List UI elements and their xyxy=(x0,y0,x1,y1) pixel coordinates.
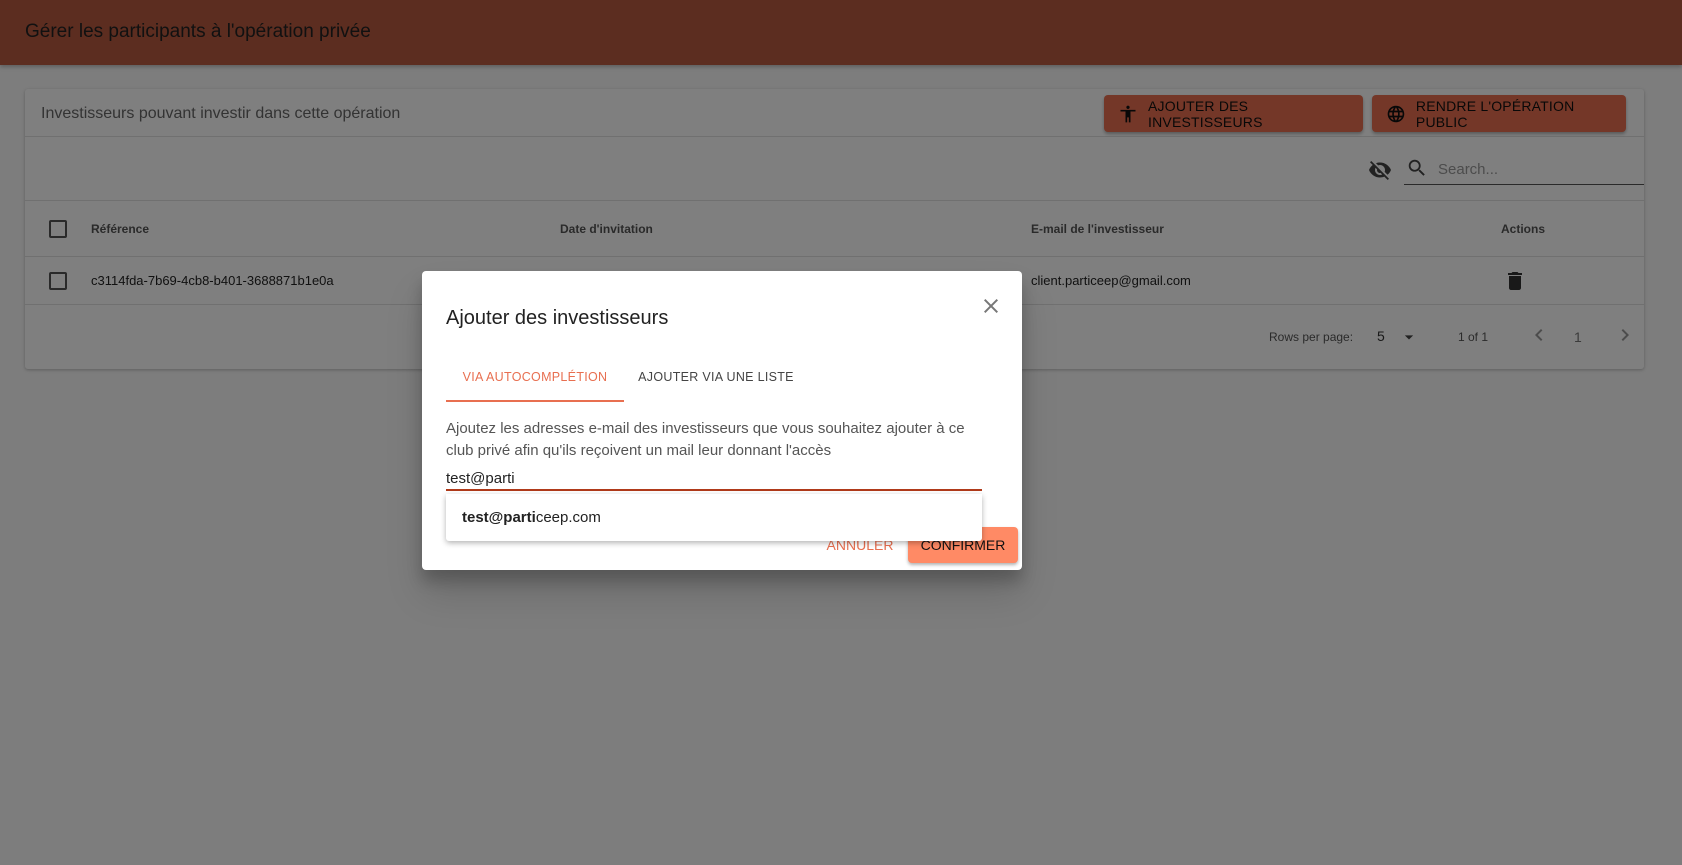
tab-add-via-list[interactable]: AJOUTER VIA UNE LISTE xyxy=(626,353,806,401)
tab-indicator xyxy=(446,400,624,402)
email-autocomplete-field xyxy=(446,467,982,491)
email-input[interactable] xyxy=(446,467,982,489)
dialog-description: Ajoutez les adresses e-mail des investis… xyxy=(446,420,965,459)
option-rest-text: ceep.com xyxy=(535,509,601,526)
close-button[interactable] xyxy=(977,292,1005,320)
tab-autocompletion[interactable]: VIA AUTOCOMPLÉTION xyxy=(446,353,624,401)
autocomplete-option[interactable]: test@parti ceep.com xyxy=(446,494,982,541)
option-match-text: test@parti xyxy=(462,509,536,526)
autocomplete-list: test@parti ceep.com xyxy=(446,494,982,541)
close-icon xyxy=(984,299,998,313)
dialog-tabs: VIA AUTOCOMPLÉTION AJOUTER VIA UNE LISTE xyxy=(446,353,806,403)
dialog-title: Ajouter des investisseurs xyxy=(446,307,669,329)
